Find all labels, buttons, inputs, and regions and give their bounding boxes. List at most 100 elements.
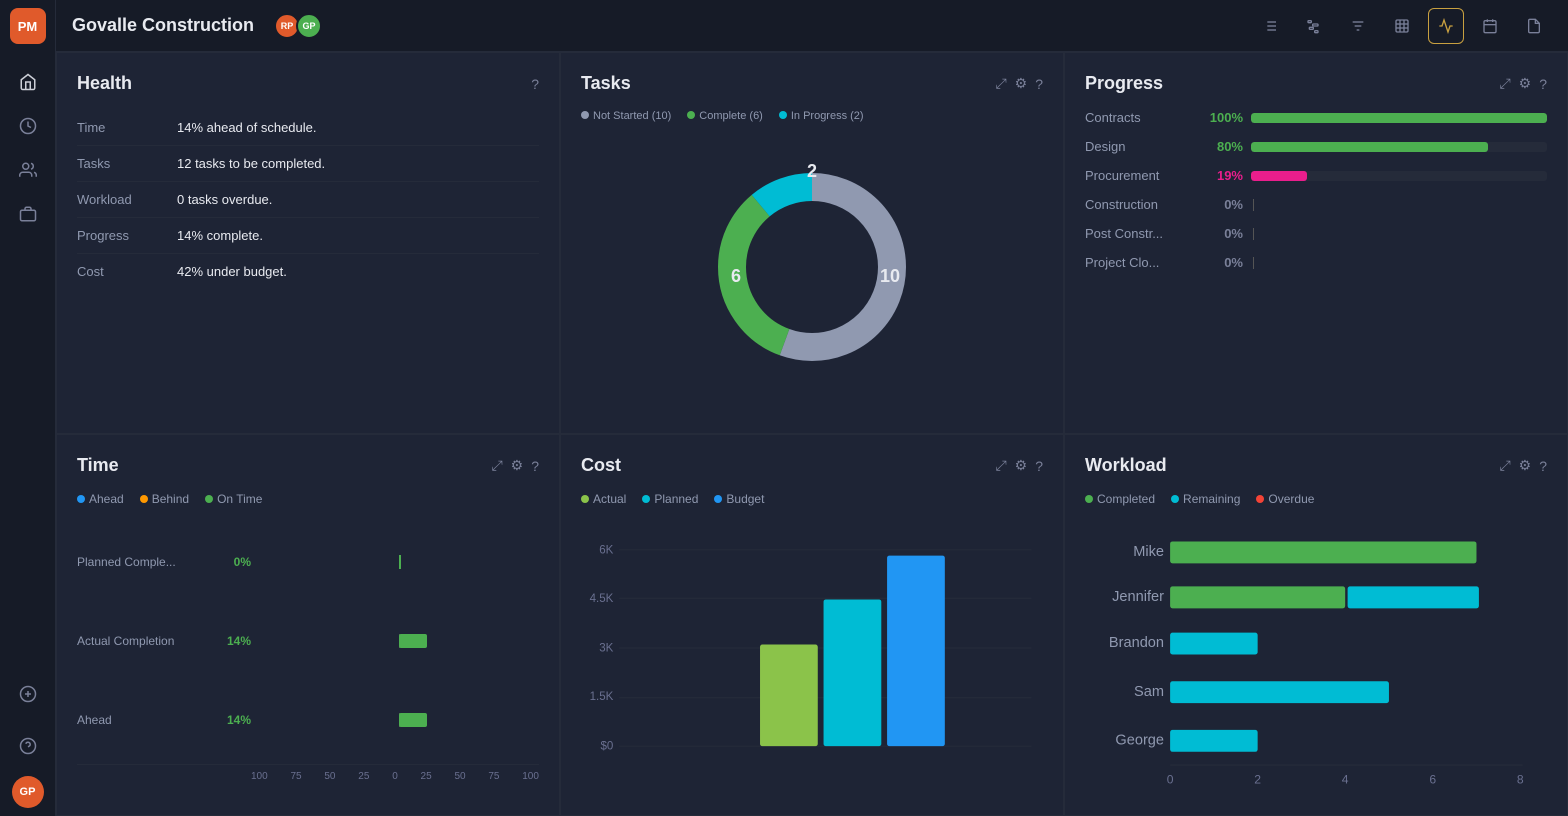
workload-axis-6: 6 [1429,772,1436,786]
progress-fill-design [1251,142,1488,152]
time-row-planned: Planned Comple... 0% [77,554,539,570]
pulse-view-button[interactable] [1428,8,1464,44]
dashboard: Health ? Time 14% ahead of schedule. Tas… [56,52,1568,816]
cost-panel: Cost ⤢ ⚙ ? Actual Planned Budget 6K [560,434,1064,816]
time-expand-icon[interactable]: ⤢ [491,457,502,474]
app-logo[interactable]: PM [10,8,46,44]
donut-label-inprogress: 2 [807,161,817,181]
axis-50l: 50 [324,771,335,782]
calendar-view-button[interactable] [1472,8,1508,44]
cost-bar-chart: 6K 4.5K 3K 1.5K $0 [581,514,1043,782]
gantt-view-button[interactable] [1296,8,1332,44]
health-value-time: 14% ahead of schedule. [177,110,539,146]
time-label-ahead: Ahead [77,713,207,727]
project-title: Govalle Construction [72,15,254,36]
workload-name-george: George [1115,732,1164,748]
list-view-button[interactable] [1252,8,1288,44]
cost-settings-icon[interactable]: ⚙ [1015,457,1028,474]
legend-complete: Complete (6) [687,110,763,122]
project-avatars: RP GP [274,13,322,39]
time-settings-icon[interactable]: ⚙ [511,457,524,474]
workload-expand-icon[interactable]: ⤢ [1499,457,1510,474]
progress-expand-icon[interactable]: ⤢ [1499,75,1510,92]
workload-bar-jennifer-remaining [1348,586,1479,608]
workload-actions: ⤢ ⚙ ? [1499,457,1547,474]
time-legend-behind: Behind [140,492,189,506]
time-help-icon[interactable]: ? [531,458,539,474]
workload-axis-8: 8 [1517,772,1524,786]
time-fill-ahead [399,713,427,727]
progress-row-design: Design 80% [1085,139,1547,154]
cost-y-6k: 6K [599,544,613,556]
tasks-donut-chart: 6 2 10 [692,147,932,387]
progress-divider-postconstruction [1253,228,1254,240]
health-row-tasks: Tasks 12 tasks to be completed. [77,146,539,182]
document-view-button[interactable] [1516,8,1552,44]
tasks-help-icon[interactable]: ? [1035,76,1043,92]
health-help-icon[interactable]: ? [531,76,539,92]
workload-help-icon[interactable]: ? [1539,458,1547,474]
workload-bar-mike-completed [1170,541,1476,563]
workload-legend: Completed Remaining Overdue [1085,492,1547,506]
workload-bar-sam-remaining [1170,681,1389,703]
sidebar-item-add[interactable] [10,676,46,712]
progress-panel-header: Progress ⤢ ⚙ ? [1085,73,1547,94]
time-content: Ahead Behind On Time Planned Comple... 0… [77,492,539,782]
table-view-button[interactable] [1384,8,1420,44]
axis-75r: 75 [488,771,499,782]
filter-button[interactable] [1340,8,1376,44]
health-row-progress: Progress 14% complete. [77,218,539,254]
progress-panel: Progress ⤢ ⚙ ? Contracts 100% [1064,52,1568,434]
tasks-expand-icon[interactable]: ⤢ [995,75,1006,92]
health-row-time: Time 14% ahead of schedule. [77,110,539,146]
health-row-workload: Workload 0 tasks overdue. [77,182,539,218]
sidebar-item-help[interactable] [10,728,46,764]
user-avatar[interactable]: GP [12,776,44,808]
tasks-settings-icon[interactable]: ⚙ [1015,75,1028,92]
cost-legend-actual: Actual [581,492,626,506]
health-value-progress: 14% complete. [177,218,539,254]
workload-bar-jennifer-completed [1170,586,1345,608]
health-value-cost: 42% under budget. [177,254,539,290]
time-fill-actual [399,634,427,648]
health-title: Health [77,73,531,94]
progress-row-postconstruction: Post Constr... 0% [1085,226,1547,241]
workload-name-sam: Sam [1134,684,1164,700]
legend-not-started: Not Started (10) [581,110,671,122]
cost-expand-icon[interactable]: ⤢ [995,457,1006,474]
donut-label-notstarted: 10 [880,266,900,286]
health-table: Time 14% ahead of schedule. Tasks 12 tas… [77,110,539,289]
workload-bar-brandon-remaining [1170,633,1258,655]
health-label-cost: Cost [77,254,177,290]
time-axis: 100 75 50 25 0 25 50 75 100 [77,764,539,782]
workload-settings-icon[interactable]: ⚙ [1519,457,1532,474]
time-chart-rows: Planned Comple... 0% Actual Completion 1… [77,522,539,760]
progress-pct-design: 80% [1203,139,1243,154]
progress-rows: Contracts 100% Design 80% [1085,110,1547,270]
time-title: Time [77,455,491,476]
sidebar-item-timeline[interactable] [10,108,46,144]
sidebar-item-people[interactable] [10,152,46,188]
time-bar-actual [259,633,539,649]
cost-y-15k: 1.5K [590,691,614,703]
progress-pct-projectclosure: 0% [1203,255,1243,270]
cost-legend-budget: Budget [714,492,764,506]
progress-label-design: Design [1085,139,1195,154]
tasks-content: Not Started (10) Complete (6) In Progres… [581,110,1043,400]
progress-settings-icon[interactable]: ⚙ [1519,75,1532,92]
donut-label-complete: 6 [731,266,741,286]
workload-legend-completed: Completed [1085,492,1155,506]
progress-help-icon[interactable]: ? [1539,76,1547,92]
avatar-gp[interactable]: GP [296,13,322,39]
time-axis-labels: 100 75 50 25 0 25 50 75 100 [77,771,539,782]
axis-75l: 75 [290,771,301,782]
sidebar: PM GP [0,0,56,816]
cost-panel-header: Cost ⤢ ⚙ ? [581,455,1043,476]
progress-divider-construction [1253,199,1254,211]
workload-name-jennifer: Jennifer [1112,589,1164,605]
tasks-legend: Not Started (10) Complete (6) In Progres… [581,110,1043,122]
sidebar-item-portfolio[interactable] [10,196,46,232]
workload-bar-george-remaining [1170,730,1258,752]
cost-help-icon[interactable]: ? [1035,458,1043,474]
sidebar-item-home[interactable] [10,64,46,100]
